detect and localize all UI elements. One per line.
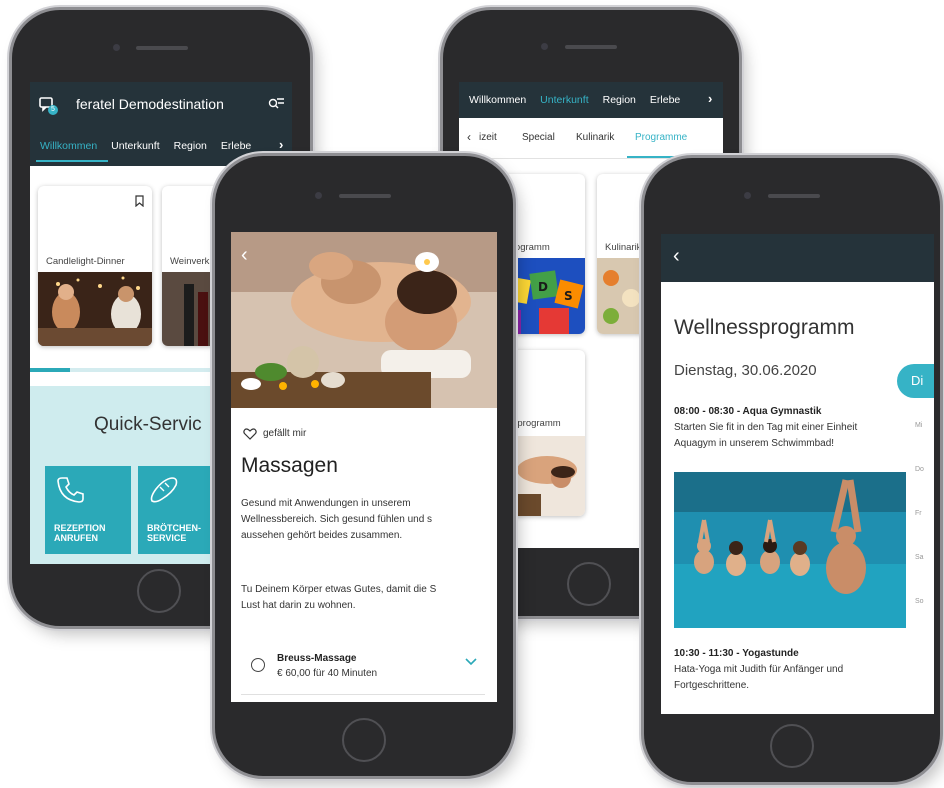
day-sa[interactable]: Sa	[915, 554, 924, 561]
tab-unterkunft[interactable]: Unterkunft	[533, 94, 595, 106]
back-arrow-icon[interactable]: ‹	[241, 244, 248, 267]
chevron-left-icon[interactable]: ‹	[467, 130, 471, 144]
service-label: BRÖTCHEN- SERVICE	[147, 523, 201, 543]
speaker-grille	[565, 45, 617, 49]
app-header: 5 feratel Demodestination	[30, 82, 292, 126]
tab-erlebe[interactable]: Erlebe	[643, 94, 687, 106]
page-title: Wellnessprogramm	[674, 316, 855, 339]
day-so[interactable]: So	[915, 598, 924, 605]
home-button[interactable]	[342, 718, 386, 762]
phone-4: ‹ Wellnessprogramm Dienstag, 30.06.2020 …	[644, 158, 940, 782]
day-fr[interactable]: Fr	[915, 510, 922, 517]
tab-willkommen[interactable]: Willkommen	[459, 94, 533, 106]
quick-service-title: Quick-Servic	[94, 414, 202, 435]
broetchen-service-button[interactable]: BRÖTCHEN- SERVICE	[138, 466, 224, 554]
phone-2: ‹ gefällt mir Massagen Gesund mit Anwend…	[215, 156, 513, 776]
subtab-kulinarik[interactable]: Kulinarik	[576, 132, 614, 143]
bookmark-icon[interactable]	[135, 195, 144, 207]
booking-option[interactable]: Breuss-Massage € 60,00 für 40 Minuten	[241, 644, 485, 695]
back-arrow-icon[interactable]: ‹	[673, 245, 680, 268]
event-time: 08:00 - 08:30 - Aqua Gymnastik	[674, 406, 822, 417]
subtab-programme[interactable]: Programme	[635, 132, 687, 143]
massage-hero-image	[231, 232, 497, 408]
subtab-special[interactable]: Special	[522, 132, 555, 143]
speaker-grille	[339, 194, 391, 198]
tab-willkommen[interactable]: Willkommen	[30, 140, 104, 152]
chat-icon[interactable]	[39, 96, 59, 116]
main-tabs: Willkommen Unterkunft Region Erlebe ›	[459, 82, 723, 118]
service-label: REZEPTION ANRUFEN	[54, 523, 106, 543]
sub-tabs: ‹ izeit Special Kulinarik Programme	[459, 118, 723, 159]
app-title: feratel Demodestination	[76, 96, 224, 112]
speaker-grille	[768, 194, 820, 198]
reception-call-button[interactable]: REZEPTION ANRUFEN	[45, 466, 131, 554]
description-1: Gesund mit Anwendungen in unserem Wellne…	[241, 498, 433, 541]
kids-letter: I	[513, 285, 517, 299]
option-price: € 60,00 für 40 Minuten	[277, 668, 378, 679]
kids-letter: D	[538, 280, 548, 294]
camera-icon	[541, 43, 548, 50]
tab-unterkunft[interactable]: Unterkunft	[104, 140, 166, 152]
app-header: ‹	[661, 234, 934, 282]
bread-icon	[150, 477, 178, 503]
day-do[interactable]: Do	[915, 466, 924, 473]
search-filter-icon[interactable]	[268, 97, 284, 111]
card-candlelight[interactable]: Candlelight-Dinner	[38, 186, 152, 346]
card-label: Candlelight-Dinner	[46, 256, 125, 267]
option-name: Breuss-Massage	[277, 653, 357, 664]
tab-erlebe[interactable]: Erlebe	[214, 140, 258, 152]
date-label: Dienstag, 30.06.2020	[674, 362, 817, 379]
like-label[interactable]: gefällt mir	[263, 428, 306, 439]
radio-button[interactable]	[251, 658, 265, 672]
camera-icon	[315, 192, 322, 199]
kids-letter: S	[564, 289, 573, 303]
aqua-gymnastics-image	[674, 472, 906, 628]
notification-badge: 5	[51, 106, 55, 113]
chevron-right-icon[interactable]: ›	[279, 137, 283, 152]
phone-2-screen: ‹ gefällt mir Massagen Gesund mit Anwend…	[231, 232, 497, 702]
event-description: Starten Sie fit in den Tag mit einer Ein…	[674, 422, 858, 449]
tab-region[interactable]: Region	[167, 140, 214, 152]
subtab-freizeit[interactable]: izeit	[479, 132, 497, 143]
description-2: Tu Deinem Körper etwas Gutes, damit die …	[241, 584, 437, 611]
card-label: Kulinarik	[605, 242, 642, 253]
day-selected-di[interactable]: Di	[897, 364, 934, 398]
card-label: Weinverk	[170, 256, 210, 267]
chevron-down-icon[interactable]	[465, 658, 477, 666]
home-button[interactable]	[567, 562, 611, 606]
day-mi[interactable]: Mi	[915, 422, 922, 429]
speaker-grille	[136, 46, 188, 50]
home-button[interactable]	[770, 724, 814, 768]
chevron-right-icon[interactable]: ›	[708, 91, 712, 106]
phone-4-screen: ‹ Wellnessprogramm Dienstag, 30.06.2020 …	[661, 234, 934, 714]
page-title: Massagen	[241, 454, 338, 477]
heart-icon[interactable]	[243, 428, 257, 440]
event-time: 10:30 - 11:30 - Yogastunde	[674, 648, 799, 659]
camera-icon	[744, 192, 751, 199]
camera-icon	[113, 44, 120, 51]
active-tab-indicator	[36, 160, 108, 162]
home-button[interactable]	[137, 569, 181, 613]
candlelight-dinner-image	[38, 272, 152, 346]
phone-icon	[57, 477, 84, 503]
event-description: Hata-Yoga mit Judith für Anfänger und Fo…	[674, 664, 844, 691]
tab-region[interactable]: Region	[596, 94, 643, 106]
